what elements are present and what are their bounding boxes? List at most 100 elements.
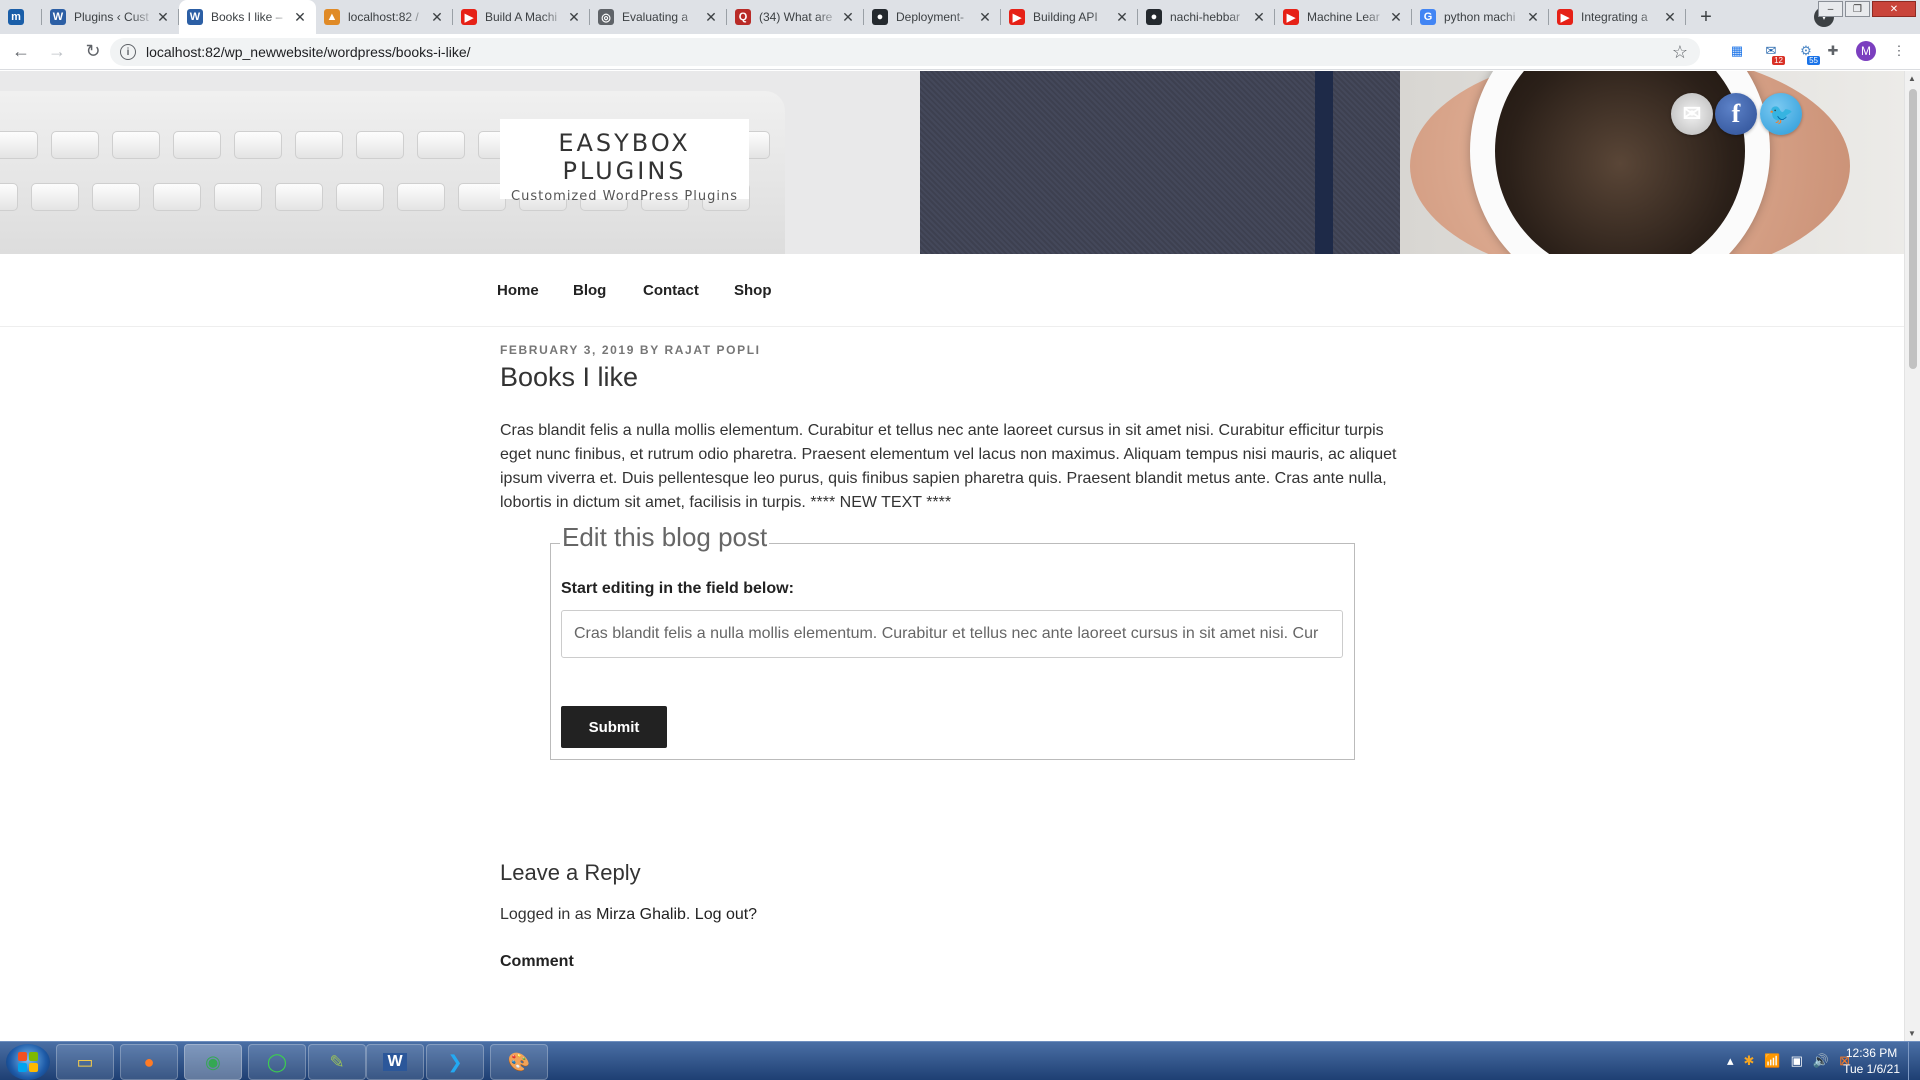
tab-close-icon[interactable]: ✕: [703, 9, 719, 26]
minimize-button[interactable]: –: [1818, 1, 1843, 17]
tab-close-icon[interactable]: ✕: [840, 9, 856, 26]
globe-icon: ◎: [598, 9, 614, 25]
header-image: EASYBOX PLUGINS Customized WordPress Plu…: [0, 71, 1904, 254]
extension-mail-icon[interactable]: ✉ 12: [1760, 40, 1785, 65]
show-desktop-button[interactable]: [1908, 1042, 1920, 1080]
tray-app-icon[interactable]: ✱: [1744, 1053, 1755, 1069]
tab-close-icon[interactable]: ✕: [566, 9, 582, 26]
nav-home[interactable]: Home: [497, 282, 539, 299]
restore-button[interactable]: ❐: [1845, 1, 1870, 17]
edit-post-input[interactable]: [561, 610, 1343, 658]
user-link[interactable]: Mirza Ghalib: [596, 906, 686, 923]
youtube-icon: ▶: [1009, 9, 1025, 25]
logout-link[interactable]: Log out?: [695, 906, 757, 923]
chrome-icon[interactable]: ◉: [184, 1044, 242, 1080]
windows-taskbar: ▭ ● ◉ ◯ ✎ W ❯ 🎨 ▴ ✱ 📶 ▣ 🔊 ⊠ 12:36 PM Tue…: [0, 1041, 1920, 1080]
keyboard-key: [336, 183, 384, 211]
tab-close-icon[interactable]: ✕: [1388, 9, 1404, 26]
taskbar-clock[interactable]: 12:36 PM Tue 1/6/21: [1843, 1045, 1900, 1077]
tab-close-icon[interactable]: ✕: [1525, 9, 1541, 26]
url-text[interactable]: localhost:82/wp_newwebsite/wordpress/boo…: [146, 44, 471, 60]
submit-button[interactable]: Submit: [561, 706, 667, 748]
post-by: BY: [639, 343, 660, 357]
browser-tab[interactable]: ▶ Build A Machi ✕: [453, 0, 590, 34]
site-branding[interactable]: EASYBOX PLUGINS Customized WordPress Plu…: [500, 119, 749, 204]
forward-icon[interactable]: →: [42, 37, 72, 67]
address-bar[interactable]: i localhost:82/wp_newwebsite/wordpress/b…: [110, 38, 1700, 66]
nav-contact[interactable]: Contact: [643, 282, 699, 299]
reload-icon[interactable]: ↻: [78, 37, 108, 67]
profile-avatar[interactable]: M: [1856, 41, 1876, 61]
tab-close-icon[interactable]: ✕: [155, 9, 171, 26]
browser-tab[interactable]: Gpython machi ✕: [1412, 0, 1549, 34]
browser-tab[interactable]: m: [0, 0, 42, 34]
tab-close-icon[interactable]: ✕: [1251, 9, 1267, 26]
browser-tab[interactable]: ▶ Machine Lear ✕: [1275, 0, 1412, 34]
site-info-icon[interactable]: i: [120, 44, 136, 60]
tab-close-icon[interactable]: ✕: [1662, 9, 1678, 26]
post-date[interactable]: FEBRUARY 3, 2019: [500, 343, 635, 357]
browser-tab[interactable]: ● nachi-hebbar ✕: [1138, 0, 1275, 34]
back-icon[interactable]: ←: [6, 37, 36, 67]
volume-icon[interactable]: 🔊: [1813, 1053, 1829, 1069]
main-navigation: Home Blog Contact Shop: [0, 254, 1904, 327]
firefox-icon[interactable]: ●: [120, 1044, 178, 1080]
browser-tab[interactable]: ◎ Evaluating a ✕: [590, 0, 727, 34]
extension-calendar-icon[interactable]: ▦: [1726, 40, 1748, 62]
vscode-icon[interactable]: ❯: [426, 1044, 484, 1080]
tray-expand-icon[interactable]: ▴: [1727, 1053, 1734, 1069]
browser-tab[interactable]: ▶ Integrating a ✕: [1549, 0, 1686, 34]
keyboard-key: [295, 131, 343, 159]
nav-blog[interactable]: Blog: [573, 282, 606, 299]
wordpress-icon: W: [50, 9, 66, 25]
close-window-button[interactable]: ✕: [1872, 1, 1916, 17]
word-icon[interactable]: W: [366, 1044, 424, 1080]
refresh-app-icon[interactable]: ◯: [248, 1044, 306, 1080]
email-share-icon[interactable]: ✉: [1671, 93, 1713, 135]
quora-icon: Q: [735, 9, 751, 25]
browser-tab[interactable]: ▶ Building API ✕: [1001, 0, 1138, 34]
site-title[interactable]: EASYBOX PLUGINS: [500, 129, 749, 185]
scrollbar-thumb[interactable]: [1909, 89, 1917, 369]
keyboard-key: [397, 183, 445, 211]
twitter-icon[interactable]: 🐦: [1760, 93, 1802, 135]
post-author[interactable]: RAJAT POPLI: [665, 343, 761, 357]
browser-tab[interactable]: W Plugins ‹ Cust ✕: [42, 0, 179, 34]
browser-tab[interactable]: W Books I like – ✕: [179, 0, 316, 34]
browser-tab[interactable]: ▲ localhost:82 / ✕: [316, 0, 453, 34]
keyboard-key: [31, 183, 79, 211]
paint-icon[interactable]: 🎨: [490, 1044, 548, 1080]
nav-shop[interactable]: Shop: [734, 282, 772, 299]
browser-tab[interactable]: ● Deployment- ✕: [864, 0, 1001, 34]
start-button[interactable]: [6, 1044, 50, 1080]
notepad-icon[interactable]: ✎: [308, 1044, 366, 1080]
keyboard-key: [153, 183, 201, 211]
system-tray: ▴ ✱ 📶 ▣ 🔊 ⊠: [1727, 1053, 1850, 1069]
tab-title: Plugins ‹ Cust: [74, 10, 149, 24]
network-icon[interactable]: 📶: [1764, 1053, 1780, 1069]
tab-close-icon[interactable]: ✕: [1114, 9, 1130, 26]
explorer-icon[interactable]: ▭: [56, 1044, 114, 1080]
bookmark-star-icon[interactable]: ☆: [1672, 42, 1688, 63]
extension-tool-icon[interactable]: ⚙ 55: [1795, 40, 1820, 65]
device-icon[interactable]: ▣: [1791, 1053, 1803, 1069]
tab-close-icon[interactable]: ✕: [429, 9, 445, 26]
scroll-up-icon[interactable]: ▲: [1908, 74, 1916, 83]
tab-close-icon[interactable]: ✕: [977, 9, 993, 26]
keyboard-key: [275, 183, 323, 211]
github-icon: ●: [872, 9, 888, 25]
tab-title: Building API: [1033, 10, 1098, 24]
github-icon: ●: [1146, 9, 1162, 25]
page-scrollbar[interactable]: ▲ ▼: [1904, 71, 1920, 1041]
window-controls: – ❐ ✕: [1814, 0, 1920, 18]
new-tab-button[interactable]: +: [1692, 3, 1720, 31]
extensions-puzzle-icon[interactable]: ✚: [1822, 40, 1844, 62]
menu-kebab-icon[interactable]: ⋮: [1888, 40, 1910, 62]
tab-close-icon[interactable]: ✕: [292, 9, 308, 26]
logged-in-text: Logged in as Mirza Ghalib. Log out?: [500, 906, 758, 923]
comment-label: Comment: [500, 953, 574, 970]
facebook-icon[interactable]: f: [1715, 93, 1757, 135]
scroll-down-icon[interactable]: ▼: [1908, 1029, 1916, 1038]
browser-tab[interactable]: Q (34) What are ✕: [727, 0, 864, 34]
clock-date: Tue 1/6/21: [1843, 1062, 1900, 1076]
